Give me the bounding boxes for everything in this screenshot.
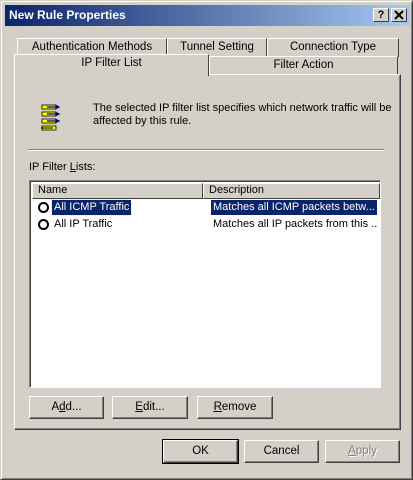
close-icon	[394, 10, 404, 20]
window-title: New Rule Properties	[9, 8, 126, 22]
label-prefix: IP Filter	[29, 161, 70, 173]
edit-button[interactable]: Edit...	[112, 396, 188, 419]
title-bar[interactable]: New Rule Properties ?	[5, 5, 410, 26]
cancel-button[interactable]: Cancel	[244, 440, 319, 463]
remove-label-post: emove	[221, 401, 257, 413]
help-button[interactable]: ?	[373, 8, 389, 22]
list-item[interactable]: All ICMP Traffic Matches all ICMP packet…	[32, 199, 378, 216]
filter-name: All IP Traffic	[54, 218, 113, 230]
filter-description: Matches all IP packets from this ...	[213, 218, 377, 230]
tab-connection-type[interactable]: Connection Type	[267, 38, 399, 57]
column-header-name[interactable]: Name	[32, 183, 203, 199]
remove-button[interactable]: Remove	[197, 396, 273, 419]
column-header-description[interactable]: Description	[203, 183, 380, 199]
close-button[interactable]	[391, 8, 407, 22]
tab-filter-action[interactable]: Filter Action	[209, 56, 398, 75]
apply-button[interactable]: Apply	[325, 440, 400, 463]
filter-list-icon	[41, 104, 61, 131]
add-label-pre: A	[51, 401, 60, 413]
rule-description: The selected IP filter list specifies wh…	[93, 102, 392, 127]
radio-button[interactable]	[38, 202, 49, 213]
add-label-post: d...	[65, 401, 82, 413]
label-suffix: ists:	[75, 161, 96, 173]
ok-button[interactable]: OK	[162, 439, 239, 464]
apply-label-post: pply	[355, 445, 377, 457]
apply-label-accel: A	[348, 445, 356, 457]
edit-label-post: dit...	[142, 401, 165, 413]
radio-button[interactable]	[38, 219, 49, 230]
filter-name: All ICMP Traffic	[50, 199, 133, 216]
tab-ip-filter-list[interactable]: IP Filter List	[14, 54, 209, 76]
list-item[interactable]: All IP Traffic Matches all IP packets fr…	[32, 217, 378, 233]
divider	[28, 149, 384, 151]
add-button[interactable]: Add...	[29, 396, 104, 419]
filter-description: Matches all ICMP packets betw...	[211, 200, 377, 215]
ip-filter-list-view[interactable]: Name Description All ICMP Traffic Matche…	[29, 180, 381, 388]
edit-label-accel: E	[135, 401, 143, 413]
ip-filter-lists-label: IP Filter Lists:	[29, 161, 95, 173]
remove-label-accel: R	[213, 401, 222, 413]
